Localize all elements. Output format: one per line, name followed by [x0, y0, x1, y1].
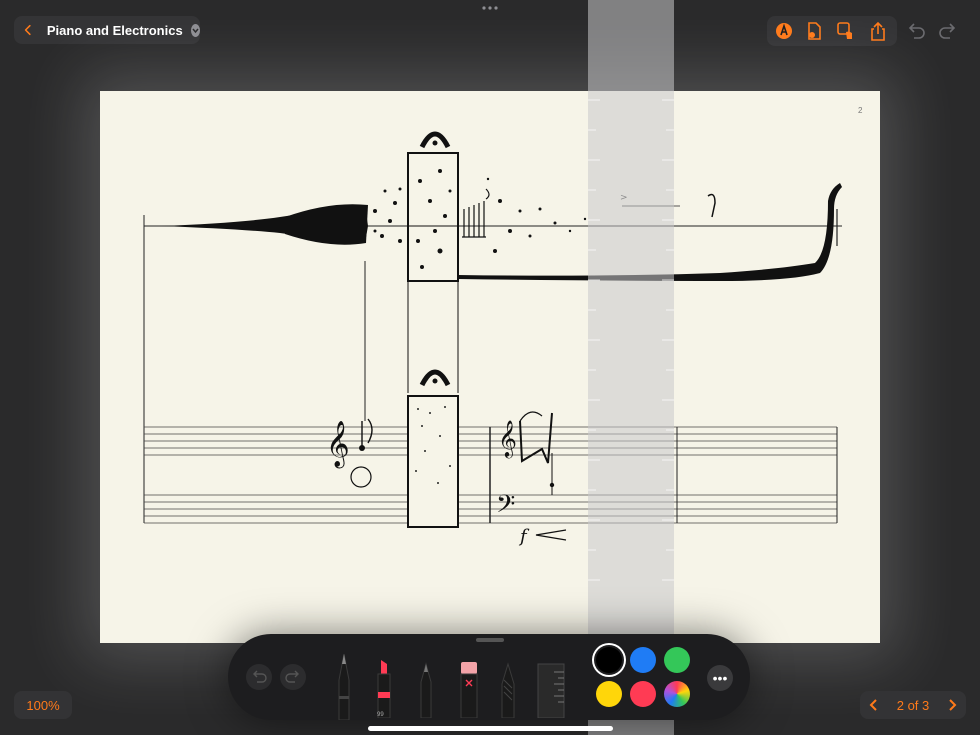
- svg-text:𝄢: 𝄢: [496, 490, 515, 525]
- score-drawing[interactable]: > 𝄞 𝄞 𝄢 f: [100, 91, 880, 643]
- color-blue-swatch[interactable]: [630, 647, 656, 673]
- undo-icon[interactable]: [905, 20, 927, 42]
- chevron-down-icon[interactable]: [190, 23, 200, 37]
- marker-size-label: 99: [377, 712, 384, 718]
- eraser-tool-icon[interactable]: [458, 660, 480, 718]
- page-indicator: 2 of 3: [896, 697, 930, 713]
- chevron-left-icon[interactable]: [22, 21, 35, 39]
- document-title-bar[interactable]: Piano and Electronics: [14, 16, 200, 44]
- share-icon[interactable]: [867, 20, 889, 42]
- page-settings-icon[interactable]: [803, 20, 825, 42]
- pen-tool-icon[interactable]: [416, 662, 436, 718]
- undo-redo-group: [905, 20, 959, 47]
- color-green-swatch[interactable]: [664, 647, 690, 673]
- palette-redo-button[interactable]: [280, 664, 306, 690]
- ruler-tool[interactable]: [588, 0, 674, 735]
- zoom-label: 100%: [26, 697, 60, 713]
- zoom-level[interactable]: 100%: [14, 691, 72, 719]
- annotate-icon[interactable]: [773, 20, 795, 42]
- top-bar: Piano and Electronics: [0, 0, 980, 60]
- document-title: Piano and Electronics: [46, 22, 183, 38]
- dynamic-marking: f: [518, 526, 530, 547]
- more-label: •••: [712, 670, 728, 686]
- palette-undo-button[interactable]: [246, 664, 272, 690]
- svg-text:𝄞: 𝄞: [326, 421, 350, 469]
- lasso-tool-icon[interactable]: [498, 662, 518, 718]
- palette-grabber[interactable]: [476, 638, 504, 642]
- redo-icon[interactable]: [937, 20, 959, 42]
- ruler-tool-icon[interactable]: [536, 662, 566, 718]
- previous-page-icon[interactable]: [866, 697, 882, 713]
- pencil-tool-icon[interactable]: [334, 652, 354, 720]
- color-picker-swatch[interactable]: [664, 681, 690, 707]
- color-red-swatch[interactable]: [630, 681, 656, 707]
- marker-tool-icon[interactable]: [374, 658, 394, 718]
- ellipsis-icon[interactable]: •••: [707, 665, 733, 691]
- page-navigator: 2 of 3: [860, 691, 966, 719]
- multitask-dots-icon[interactable]: [482, 6, 498, 10]
- color-yellow-swatch[interactable]: [596, 681, 622, 707]
- hand-touch-icon[interactable]: [835, 20, 857, 42]
- color-black-swatch[interactable]: [596, 647, 622, 673]
- next-page-icon[interactable]: [944, 697, 960, 713]
- svg-text:𝄞: 𝄞: [498, 419, 517, 458]
- tool-palette: 99 •••: [228, 634, 750, 720]
- home-indicator: [368, 726, 613, 731]
